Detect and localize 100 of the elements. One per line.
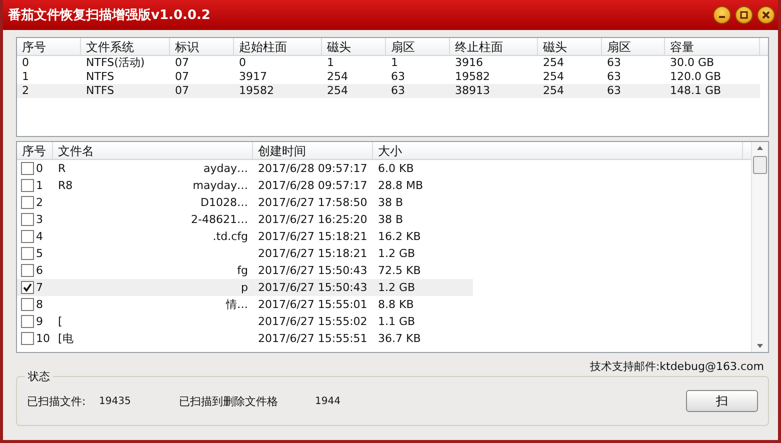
column-header[interactable]: 文件名 <box>53 142 253 159</box>
column-header[interactable]: 序号 <box>17 142 53 159</box>
file-name: .td.cfg <box>212 229 248 245</box>
table-cell-text: 07 <box>174 70 190 84</box>
table-cell: 19582 <box>234 84 322 98</box>
group-title: 状态 <box>25 369 53 384</box>
maximize-button[interactable] <box>735 6 753 24</box>
status-label: 已扫描到删除文件格 <box>179 394 279 408</box>
column-header[interactable]: 扇区 <box>602 38 665 55</box>
column-header[interactable]: 创建时间 <box>253 142 373 159</box>
table-cell-text: 120.0 GB <box>669 70 722 84</box>
table-cell-text: 30.0 GB <box>669 56 716 70</box>
column-header[interactable]: 容量 <box>665 38 760 55</box>
table-cell-text: 1.2 GB <box>377 246 416 262</box>
row-number: 2 <box>36 195 43 211</box>
checkbox[interactable] <box>21 179 34 192</box>
table-cell-text: 63 <box>606 56 622 70</box>
row-number: 6 <box>36 263 43 279</box>
column-header[interactable]: 文件系统 <box>81 38 170 55</box>
checkbox[interactable] <box>21 196 34 209</box>
table-cell: 2017/6/27 15:50:43 <box>253 279 373 296</box>
checkbox[interactable] <box>21 264 34 277</box>
scan-button[interactable]: 扫 <box>686 390 758 412</box>
table-cell: 63 <box>602 84 665 98</box>
row-number: 9 <box>36 314 43 330</box>
close-button[interactable] <box>757 6 775 24</box>
table-cell-text: 1.1 GB <box>377 314 416 330</box>
checkbox[interactable] <box>21 298 34 311</box>
checkbox[interactable] <box>21 247 34 260</box>
file-name: p <box>241 280 248 296</box>
column-header[interactable]: 起始柱面 <box>234 38 322 55</box>
table-cell-text: NTFS(活动) <box>85 56 146 70</box>
table-cell-text: 8.8 KB <box>377 297 415 313</box>
file-name: ayday… <box>204 161 248 177</box>
table-cell-text: 254 <box>542 70 565 84</box>
file-name: [电 <box>58 331 74 347</box>
file-name: 2-48621… <box>191 212 248 228</box>
column-header[interactable]: 大小 <box>373 142 743 159</box>
table-cell-text: 72.5 KB <box>377 263 422 279</box>
file-name: D1028… <box>200 195 248 211</box>
window-title: 番茄文件恢复扫描增强版v1.0.0.2 <box>8 6 212 24</box>
table-cell-text: 254 <box>326 70 349 84</box>
table-cell-text: 63 <box>606 70 622 84</box>
minimize-button[interactable] <box>713 6 731 24</box>
table-cell-text: 19582 <box>454 70 491 84</box>
checkbox[interactable] <box>21 162 34 175</box>
status-value: 19435 <box>99 396 132 406</box>
file-name: 情… <box>226 297 248 313</box>
file-name: R8 <box>58 178 73 194</box>
table-cell: 63 <box>386 84 450 98</box>
row-number: 0 <box>36 161 43 177</box>
file-name: fg <box>237 263 248 279</box>
file-name: [ <box>58 314 62 330</box>
file-name: mayday… <box>192 178 248 194</box>
table-cell-text: 2017/6/27 15:55:51 <box>257 331 368 347</box>
table-cell-text: 3917 <box>238 70 268 84</box>
table-cell-text: 0 <box>238 56 247 70</box>
row-number: 4 <box>36 229 43 245</box>
column-header[interactable]: 磁头 <box>538 38 602 55</box>
scroll-thumb[interactable] <box>753 156 767 174</box>
table-cell-text: 2017/6/27 15:50:43 <box>257 263 368 279</box>
checkbox[interactable] <box>21 213 34 226</box>
column-header[interactable]: 磁头 <box>322 38 386 55</box>
support-email: 技术支持邮件:ktdebug@163.com <box>590 359 764 374</box>
column-header[interactable]: 序号 <box>17 38 81 55</box>
table-cell-text: 2017/6/28 09:57:17 <box>257 178 368 194</box>
checkbox[interactable] <box>21 332 34 345</box>
table-cell: 1.2 GB <box>373 279 473 296</box>
table-cell-text: 0 <box>21 56 30 70</box>
row-number: 8 <box>36 297 43 313</box>
column-header[interactable]: 扇区 <box>386 38 450 55</box>
table-cell-text: 1 <box>390 56 399 70</box>
table-cell-text: 07 <box>174 56 190 70</box>
table-cell-text: 1 <box>21 70 30 84</box>
table-cell-text: 63 <box>390 70 406 84</box>
file-name: R <box>58 161 66 177</box>
row-number: 3 <box>36 212 43 228</box>
table-cell-text: 1 <box>326 56 335 70</box>
table-cell-text: 16.2 KB <box>377 229 422 245</box>
table-cell-text: 38 B <box>377 195 404 211</box>
table-cell: 254 <box>538 84 602 98</box>
row-number: 5 <box>36 246 43 262</box>
checkbox[interactable] <box>21 315 34 328</box>
table-cell-text: 2017/6/27 15:55:01 <box>257 297 368 313</box>
status-label: 已扫描文件: <box>27 394 87 408</box>
column-header[interactable]: 终止柱面 <box>450 38 538 55</box>
row-number: 10 <box>36 331 50 347</box>
close-icon <box>762 11 770 19</box>
table-cell: 38913 <box>450 84 538 98</box>
checkbox[interactable] <box>21 230 34 243</box>
table-cell: 148.1 GB <box>665 84 760 98</box>
column-header[interactable]: 标识 <box>170 38 234 55</box>
table-cell-text: 38 B <box>377 212 404 228</box>
table-cell: 07 <box>170 84 234 98</box>
scrollbar[interactable] <box>751 142 768 352</box>
table-cell-text: 2017/6/27 15:55:02 <box>257 314 368 330</box>
checkbox[interactable] <box>21 281 34 294</box>
table-cell: 254 <box>322 84 386 98</box>
maximize-icon <box>740 11 748 19</box>
table-cell-text: 36.7 KB <box>377 331 422 347</box>
